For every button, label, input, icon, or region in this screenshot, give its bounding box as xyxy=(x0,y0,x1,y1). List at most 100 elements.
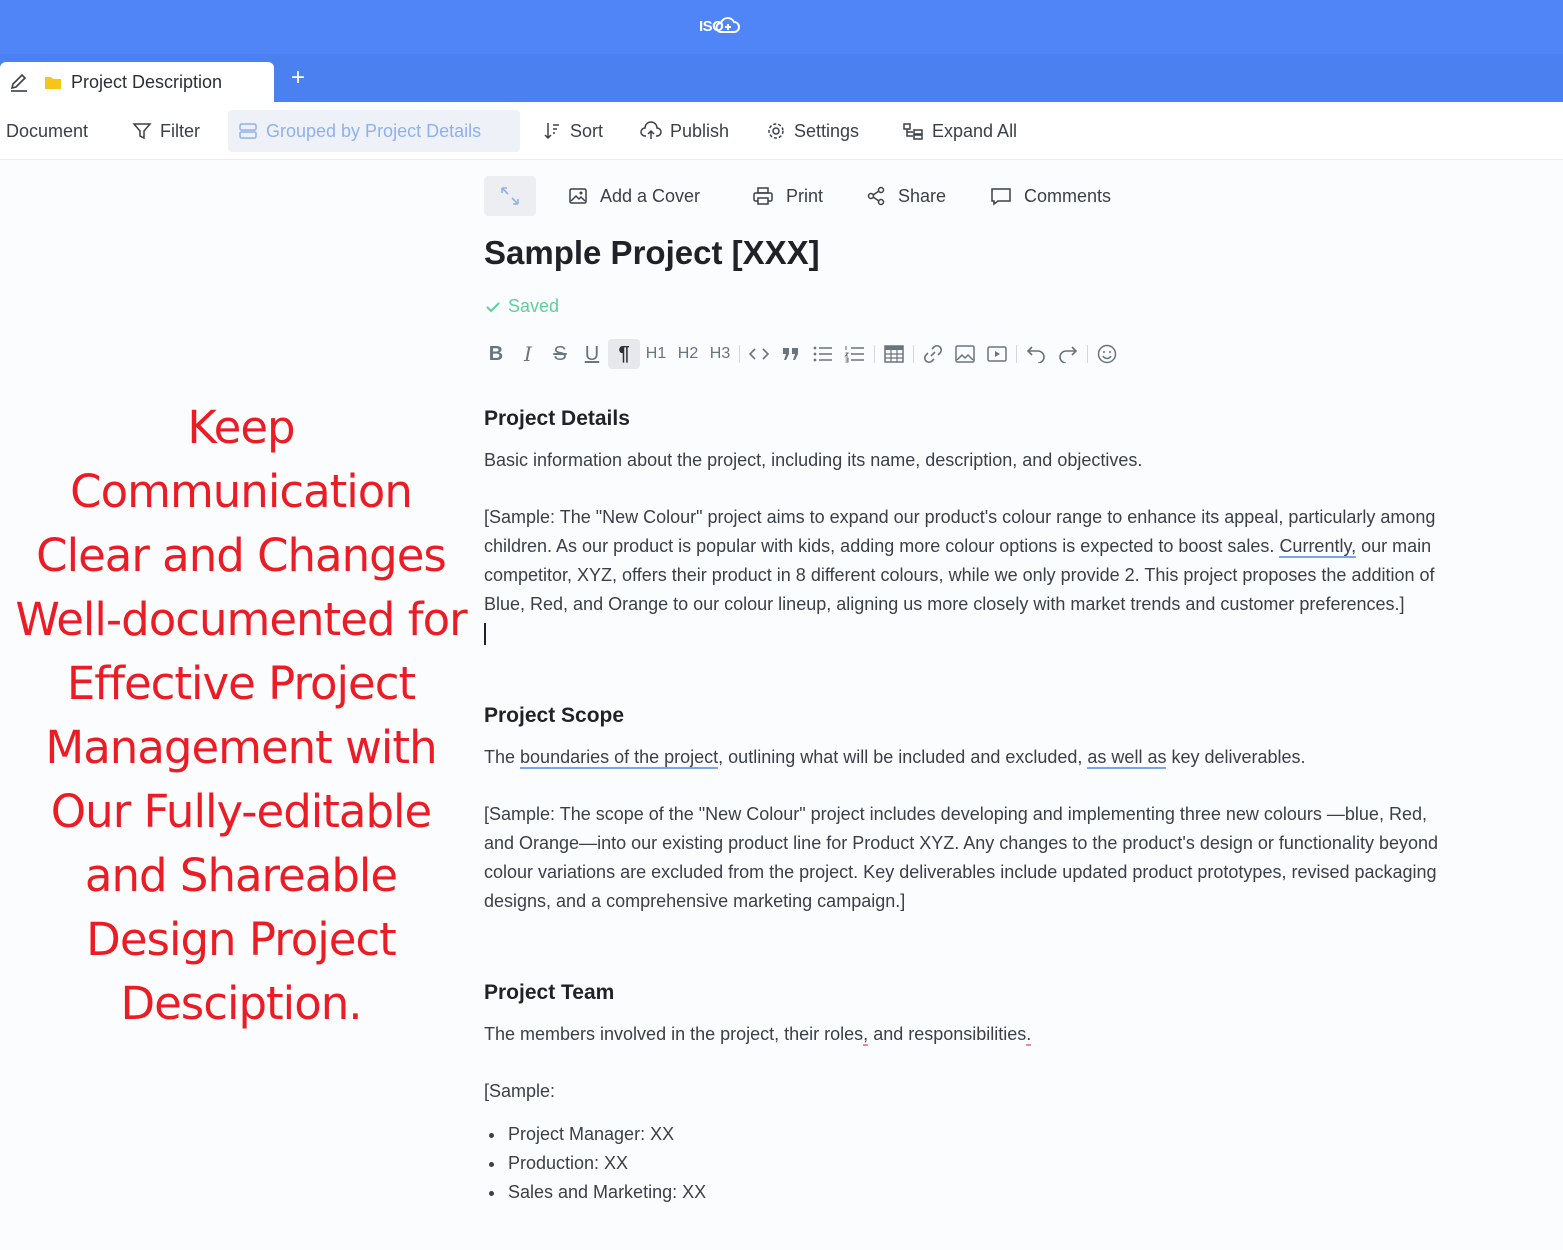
scope-text: The xyxy=(484,747,521,767)
app-header: ISO xyxy=(0,0,1563,54)
expand-all-button[interactable]: Expand All xyxy=(902,110,1017,152)
details-description: Basic information about the project, inc… xyxy=(484,450,1143,470)
insert-video-button[interactable] xyxy=(981,339,1013,369)
quote-icon xyxy=(783,348,798,360)
code-icon xyxy=(749,348,769,360)
image-icon xyxy=(955,345,975,363)
scope-description: The boundaries of the project, outlining… xyxy=(484,743,1452,772)
heading2-button[interactable]: H2 xyxy=(672,339,704,369)
team-text: The members involved in the project, the… xyxy=(484,1024,864,1044)
emoji-button[interactable] xyxy=(1091,339,1123,369)
undo-icon xyxy=(1026,346,1045,363)
sort-button[interactable]: Sort xyxy=(542,110,603,152)
add-tab-button[interactable]: + xyxy=(286,64,310,92)
comments-button[interactable]: Comments xyxy=(990,176,1111,216)
insert-image-button[interactable] xyxy=(949,339,981,369)
folder-icon xyxy=(45,77,61,89)
filter-button[interactable]: Filter xyxy=(132,110,200,152)
share-label: Share xyxy=(898,185,947,206)
comment-icon xyxy=(991,188,1011,206)
list-item: Project Manager: XX xyxy=(506,1120,1452,1149)
save-status: Saved xyxy=(486,296,559,317)
table-icon xyxy=(884,345,904,363)
team-text: and responsibilities xyxy=(868,1024,1027,1044)
numbered-list-button[interactable] xyxy=(839,339,871,369)
check-icon xyxy=(486,301,500,312)
bullet-list-button[interactable] xyxy=(807,339,839,369)
strikethrough-button[interactable]: S xyxy=(544,339,576,369)
fullscreen-button[interactable] xyxy=(484,176,536,216)
bullet-list-icon xyxy=(813,346,832,362)
document-title[interactable]: Sample Project [XXX] xyxy=(484,234,820,272)
group-by-label: Grouped by Project Details xyxy=(266,120,482,141)
document-body[interactable]: Project Details Basic information about … xyxy=(484,404,1452,1207)
link-button[interactable] xyxy=(917,339,949,369)
heading1-button[interactable]: H1 xyxy=(640,339,672,369)
expand-all-label: Expand All xyxy=(932,120,1018,141)
quote-button[interactable] xyxy=(775,339,807,369)
section-heading-team: Project Team xyxy=(484,981,615,1004)
expand-diagonal-icon xyxy=(501,187,519,205)
spelling-highlight[interactable]: . xyxy=(1026,1024,1032,1046)
share-button[interactable]: Share xyxy=(866,176,946,216)
sort-label: Sort xyxy=(570,120,604,141)
app-logo[interactable]: ISO xyxy=(699,12,741,40)
spellcheck-highlight[interactable]: Currently, xyxy=(1279,536,1357,558)
section-heading-details: Project Details xyxy=(484,407,630,430)
toolbar-divider xyxy=(1087,345,1088,363)
publish-label: Publish xyxy=(670,120,730,141)
toolbar-divider xyxy=(1016,345,1017,363)
view-toolbar: Document Filter Grouped by Project Detai… xyxy=(0,102,1563,160)
sort-icon xyxy=(544,123,559,140)
toolbar-divider xyxy=(913,345,914,363)
redo-icon xyxy=(1059,346,1078,363)
settings-label: Settings xyxy=(794,120,860,141)
document-label: Document xyxy=(6,120,89,141)
gear-icon xyxy=(768,123,784,139)
add-cover-button[interactable]: Add a Cover xyxy=(568,176,700,216)
toolbar-divider xyxy=(874,345,875,363)
add-cover-label: Add a Cover xyxy=(600,185,701,206)
section-heading-scope: Project Scope xyxy=(484,704,625,727)
scope-text: key deliverables. xyxy=(1166,747,1306,767)
paragraph-button[interactable]: ¶ xyxy=(608,339,640,369)
publish-button[interactable]: Publish xyxy=(640,110,729,152)
document-button[interactable]: Document xyxy=(6,110,88,152)
print-label: Print xyxy=(786,185,824,206)
heading3-button[interactable]: H3 xyxy=(704,339,736,369)
image-icon xyxy=(569,188,587,204)
tab-project-description[interactable]: Project Description xyxy=(0,62,274,102)
cloud-upload-icon xyxy=(640,121,662,139)
code-button[interactable] xyxy=(743,339,775,369)
group-icon xyxy=(239,123,257,139)
document-actions: Add a Cover Print Share Comments xyxy=(484,176,1184,216)
cloud-plus-icon xyxy=(715,17,740,33)
edit-icon[interactable] xyxy=(8,71,30,93)
bold-button[interactable]: B xyxy=(480,339,512,369)
tree-expand-icon xyxy=(903,123,923,140)
group-by-button[interactable]: Grouped by Project Details xyxy=(228,110,520,152)
grammar-highlight[interactable]: as well as xyxy=(1087,747,1167,769)
format-toolbar: B I S U ¶ H1 H2 H3 xyxy=(480,338,1123,370)
list-item: Production: XX xyxy=(506,1149,1452,1178)
details-sample: [Sample: The "New Colour" project aims t… xyxy=(484,503,1452,619)
list-item: Sales and Marketing: XX xyxy=(506,1178,1452,1207)
scope-sample: [Sample: The scope of the "New Colour" p… xyxy=(484,804,1438,911)
text-cursor xyxy=(484,623,486,645)
numbered-list-icon xyxy=(844,346,864,363)
team-sample: [Sample: xyxy=(484,1081,556,1101)
toolbar-divider xyxy=(739,345,740,363)
scope-text: , outlining what will be included and ex… xyxy=(718,747,1088,767)
share-icon xyxy=(867,186,885,206)
video-icon xyxy=(987,346,1007,362)
settings-button[interactable]: Settings xyxy=(766,110,859,152)
table-button[interactable] xyxy=(878,339,910,369)
filter-icon xyxy=(132,123,152,140)
italic-button[interactable]: I xyxy=(512,339,544,369)
print-button[interactable]: Print xyxy=(752,176,823,216)
grammar-highlight[interactable]: boundaries of the project xyxy=(520,747,719,769)
underline-button[interactable]: U xyxy=(576,339,608,369)
save-status-label: Saved xyxy=(508,296,560,316)
redo-button[interactable] xyxy=(1052,339,1084,369)
undo-button[interactable] xyxy=(1020,339,1052,369)
